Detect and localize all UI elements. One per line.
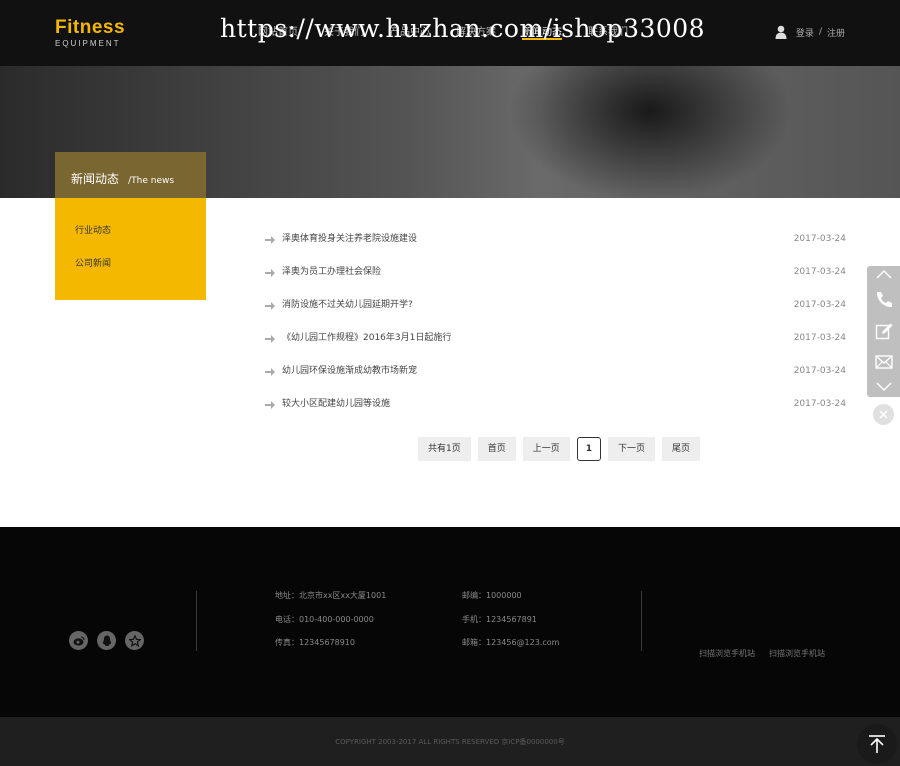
qr-label-1: 扫描浏览手机站	[699, 649, 755, 658]
footer-phone: 电话：010-400-000-0000	[275, 615, 374, 624]
sidebar-item-company-news[interactable]: 公司新闻	[55, 259, 206, 270]
copyright-bar: COPYRIGHT 2003-2017 ALL RIGHTS RESERVED …	[0, 717, 900, 766]
register-link[interactable]: 注册	[827, 26, 845, 39]
news-date: 2017-03-24	[793, 267, 846, 277]
news-date: 2017-03-24	[793, 333, 846, 343]
news-title[interactable]: 消防设施不过关幼儿园延期开学?	[282, 299, 413, 311]
footer-divider-left	[196, 591, 197, 651]
pagination-first-button[interactable]: 首页	[477, 437, 516, 461]
news-title[interactable]: 较大小区配建幼儿园等设施	[282, 398, 390, 410]
back-to-top-icon[interactable]	[857, 724, 897, 764]
copyright-text: COPYRIGHT 2003-2017 ALL RIGHTS RESERVED …	[335, 738, 565, 746]
star-icon[interactable]	[125, 631, 144, 650]
news-date: 2017-03-24	[793, 234, 846, 244]
arrow-right-icon	[265, 401, 275, 409]
nav-item-news[interactable]: 新闻动态	[522, 0, 562, 66]
login-link[interactable]: 登录	[796, 26, 814, 39]
qq-icon[interactable]	[97, 631, 116, 650]
news-date: 2017-03-24	[793, 366, 846, 376]
news-date: 2017-03-24	[793, 399, 846, 409]
social-links	[69, 631, 153, 650]
arrow-right-icon	[265, 236, 275, 244]
list-item: 泽奥体育投身关注养老院设施建设 2017-03-24	[265, 233, 846, 266]
login-separator: /	[818, 27, 822, 37]
nav-item-solutions[interactable]: 解决方案	[456, 0, 496, 66]
news-date: 2017-03-24	[793, 300, 846, 310]
arrow-right-icon	[265, 368, 275, 376]
list-item: 较大小区配建幼儿园等设施 2017-03-24	[265, 398, 846, 431]
user-icon	[775, 25, 787, 39]
sidebar-title-cn: 新闻动态	[71, 172, 120, 186]
floating-contact-bar	[867, 266, 900, 397]
pagination: 共有1页 首页 上一页 1 下一页 尾页	[418, 437, 707, 461]
nav-item-about[interactable]: 关于我们	[324, 0, 364, 66]
news-title[interactable]: 泽奥体育投身关注养老院设施建设	[282, 233, 417, 245]
sidebar-menu: 行业动态 公司新闻	[55, 198, 206, 300]
edit-icon[interactable]	[867, 322, 900, 340]
sidebar-title-en: /The news	[128, 176, 175, 186]
user-area: 登录 / 注册	[775, 25, 845, 39]
footer-divider-right	[641, 591, 642, 651]
footer: 地址：北京市xx区xx大厦1001 电话：010-400-000-0000 传真…	[0, 527, 900, 717]
main-nav: 网站首页 关于我们 产品中心 解决方案 新闻动态 联系我们	[258, 0, 654, 66]
pagination-current-page[interactable]: 1	[576, 437, 602, 461]
pagination-next-button[interactable]: 下一页	[608, 437, 656, 461]
sidebar-item-industry-news[interactable]: 行业动态	[55, 226, 206, 237]
weibo-icon[interactable]	[69, 631, 88, 650]
chevron-up-icon[interactable]	[867, 269, 900, 279]
sidebar-title: 新闻动态 /The news	[55, 152, 206, 198]
nav-item-home[interactable]: 网站首页	[258, 0, 298, 66]
nav-item-contact[interactable]: 联系我们	[588, 0, 628, 66]
list-item: 《幼儿园工作规程》2016年3月1日起施行 2017-03-24	[265, 332, 846, 365]
list-item: 泽奥为员工办理社会保险 2017-03-24	[265, 266, 846, 299]
nav-item-products[interactable]: 产品中心	[390, 0, 430, 66]
close-icon[interactable]	[873, 404, 894, 425]
logo-main-text: Fitness	[55, 17, 126, 38]
footer-address: 地址：北京市xx区xx大厦1001	[275, 591, 387, 600]
footer-mobile: 手机：1234567891	[462, 615, 537, 624]
news-title[interactable]: 《幼儿园工作规程》2016年3月1日起施行	[282, 332, 451, 344]
pagination-last-button[interactable]: 尾页	[662, 437, 701, 461]
footer-email: 邮箱：123456@123.com	[462, 638, 560, 647]
pagination-total: 共有1页	[418, 437, 471, 461]
phone-icon[interactable]	[867, 290, 900, 308]
logo-sub-text: EQUIPMENT	[55, 39, 121, 48]
mail-icon[interactable]	[867, 355, 900, 369]
arrow-right-icon	[265, 335, 275, 343]
arrow-right-icon	[265, 302, 275, 310]
qr-label-2: 扫描浏览手机站	[769, 649, 825, 658]
footer-fax: 传真：12345678910	[275, 638, 355, 647]
news-title[interactable]: 泽奥为员工办理社会保险	[282, 266, 381, 278]
list-item: 消防设施不过关幼儿园延期开学? 2017-03-24	[265, 299, 846, 332]
arrow-right-icon	[265, 269, 275, 277]
logo[interactable]: Fitness EQUIPMENT	[55, 18, 125, 49]
chevron-down-icon[interactable]	[867, 382, 900, 392]
news-list: 泽奥体育投身关注养老院设施建设 2017-03-24 泽奥为员工办理社会保险 2…	[265, 233, 846, 431]
news-title[interactable]: 幼儿园环保设施渐成幼教市场新宠	[282, 365, 417, 377]
header: Fitness EQUIPMENT 网站首页 关于我们 产品中心 解决方案 新闻…	[0, 0, 900, 66]
footer-postcode: 邮编：1000000	[462, 591, 522, 600]
pagination-prev-button[interactable]: 上一页	[522, 437, 570, 461]
list-item: 幼儿园环保设施渐成幼教市场新宠 2017-03-24	[265, 365, 846, 398]
